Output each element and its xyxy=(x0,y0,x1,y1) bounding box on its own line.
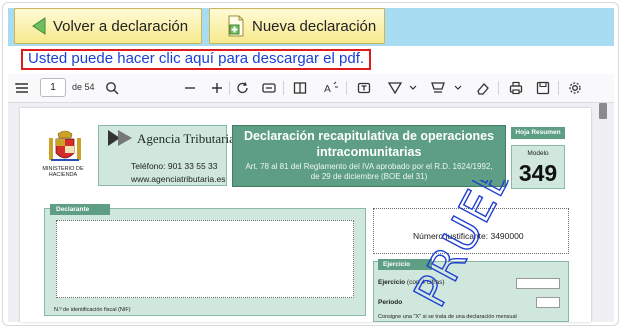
declarante-tab: Declarante xyxy=(50,204,110,215)
back-to-declaration-button[interactable]: Volver a declaración xyxy=(14,8,202,44)
scrollbar-thumb[interactable] xyxy=(599,103,607,119)
chevron-down-icon[interactable] xyxy=(405,80,421,96)
toolbar-separator xyxy=(558,81,559,95)
highlight-icon[interactable] xyxy=(430,80,446,96)
form-title: Declaración recapitulativa de operacione… xyxy=(232,128,506,160)
zoom-out-icon[interactable] xyxy=(182,80,198,96)
page-number-input[interactable]: 1 xyxy=(40,78,66,97)
search-icon[interactable] xyxy=(104,80,120,96)
read-aloud-icon[interactable]: A xyxy=(323,80,339,96)
back-button-label: Volver a declaración xyxy=(53,17,189,35)
modelo-label: Modelo xyxy=(527,150,549,157)
new-declaration-button[interactable]: Nueva declaración xyxy=(209,8,385,44)
watermark: PRUEBAS VALIDACIÓN xyxy=(402,180,580,316)
agency-name: Agencia Tributaria xyxy=(137,131,235,146)
spain-coat-of-arms-icon xyxy=(49,130,81,161)
gear-icon[interactable] xyxy=(567,80,583,96)
hoja-resumen-tab: Hoja Resumen xyxy=(511,127,565,139)
chevron-down-icon[interactable] xyxy=(450,80,466,96)
agency-phone: Teléfono: 901 33 55 33 xyxy=(131,161,218,171)
text-box-icon[interactable] xyxy=(356,80,372,96)
toolbar-separator xyxy=(283,81,284,95)
watermark-text: PRUEBAS VALIDACIÓN xyxy=(403,180,580,315)
nif-label: N.º de identificación fiscal (NIF) xyxy=(54,307,131,313)
form-title-line-2: intracomunitarias xyxy=(316,145,422,159)
new-document-icon xyxy=(228,15,244,37)
back-arrow-icon xyxy=(32,17,46,35)
agency-website: www.agenciatributaria.es xyxy=(131,174,226,184)
form-subtitle: Art. 78 al 81 del Reglamento del IVA apr… xyxy=(245,162,493,181)
zoom-in-icon[interactable] xyxy=(209,80,225,96)
fit-page-icon[interactable] xyxy=(261,80,277,96)
page-view-icon[interactable] xyxy=(292,80,308,96)
draw-icon[interactable] xyxy=(387,80,403,96)
ministry-label: MINISTERIO DE HACIENDA xyxy=(42,166,84,178)
eraser-icon[interactable] xyxy=(475,80,491,96)
save-icon[interactable] xyxy=(535,80,551,96)
toolbar-separator xyxy=(229,81,230,95)
page-count: de 54 xyxy=(72,82,95,92)
toolbar-separator xyxy=(346,81,347,95)
vertical-scrollbar[interactable] xyxy=(597,103,610,322)
svg-text:A: A xyxy=(324,84,331,95)
agencia-tributaria-logo-icon xyxy=(108,130,132,146)
new-button-label: Nueva declaración xyxy=(252,17,377,35)
print-icon[interactable] xyxy=(508,80,524,96)
toolbar-separator xyxy=(498,81,499,95)
download-pdf-link[interactable]: Usted puede hacer clic aquí para descarg… xyxy=(28,50,364,67)
declarante-field[interactable] xyxy=(56,220,354,298)
rotate-icon[interactable] xyxy=(235,80,251,96)
form-title-line-1: Declaración recapitulativa de operacione… xyxy=(243,129,495,143)
sidebar-toggle-icon[interactable] xyxy=(14,80,30,96)
